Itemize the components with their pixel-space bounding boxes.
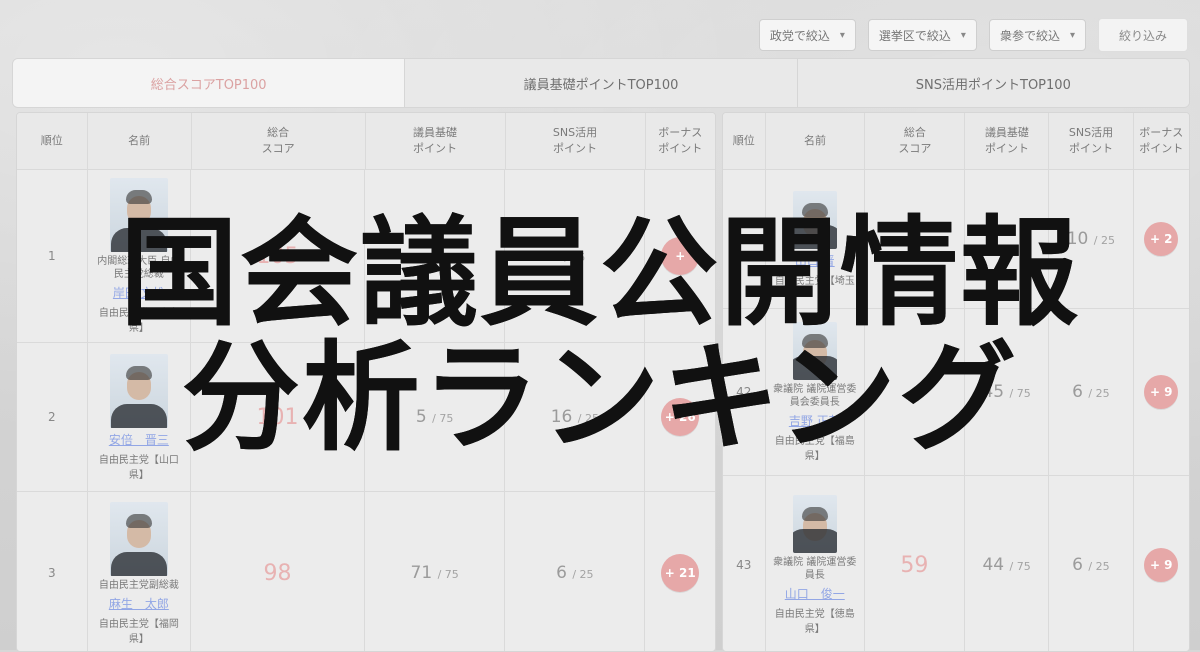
sns-points-cell: 6 / 25 <box>505 492 646 651</box>
base-points-cell: 71 / 75 <box>365 492 506 651</box>
sns-points: 6 / 25 <box>556 563 593 583</box>
header-total-score: 総合 スコア <box>865 113 966 169</box>
base-points: 71 / 75 <box>411 563 459 583</box>
header-rank: 順位 <box>17 113 88 169</box>
header-bonus-points: ボーナス ポイント <box>658 126 703 155</box>
base-points-max: / 75 <box>1009 560 1031 573</box>
sns-points-value: 6 <box>1072 555 1083 575</box>
table-header: 順位 名前 総合 スコア 議員基礎 ポイント SNS活用 ポイント ボーナス ポ… <box>723 113 1189 170</box>
overlay-title-line-2: 分析ランキング <box>181 328 1019 467</box>
tab-total-score[interactable]: 総合スコアTOP100 <box>13 59 406 107</box>
bonus-points-cell: + 21 <box>645 492 715 651</box>
sns-points: 6 / 25 <box>1072 555 1109 575</box>
header-rank: 順位 <box>723 113 766 169</box>
chamber-filter-label: 衆参で絞込 <box>999 28 1060 43</box>
member-photo <box>792 495 837 553</box>
bonus-badge: + 21 <box>661 554 700 592</box>
overlay-title-line-1: 国会議員公開情報 <box>119 203 1080 342</box>
header-sns-points: SNS活用 ポイント <box>1049 113 1134 169</box>
chamber-filter-select[interactable]: 衆参で絞込 ▾ <box>988 19 1086 51</box>
sns-points-value: 6 <box>556 563 567 583</box>
member-role: 衆議院 議院運営委員長 <box>773 557 857 581</box>
header-base-points: 議員基礎 ポイント <box>366 113 506 169</box>
total-score: 59 <box>900 552 929 578</box>
member-party: 自由民主党【徳島県】 <box>774 609 855 635</box>
member-photo <box>109 501 168 576</box>
rank-cell: 43 <box>723 476 766 651</box>
base-points-value: 71 <box>410 563 433 583</box>
chevron-down-icon: ▾ <box>960 29 966 41</box>
header-name: 名前 <box>766 113 866 169</box>
base-points-value: 44 <box>982 555 1005 575</box>
party-filter-select[interactable]: 政党で絞込 ▾ <box>758 19 856 51</box>
tab-sns-points[interactable]: SNS活用ポイントTOP100 <box>797 59 1189 107</box>
header-bonus-points: ボーナス ポイント <box>1139 126 1184 155</box>
name-cell: 衆議院 議院運営委員長 山口 俊一 自由民主党【徳島県】 <box>766 476 865 651</box>
bonus-points-cell: + 9 <box>1134 476 1190 651</box>
base-points-max: / 75 <box>437 568 459 581</box>
member-role: 自由民主党副総裁 <box>98 579 179 591</box>
chevron-down-icon: ▾ <box>1069 29 1075 41</box>
sns-points-max: / 25 <box>1088 560 1110 573</box>
party-filter-label: 政党で絞込 <box>769 28 830 43</box>
chevron-down-icon: ▾ <box>839 29 845 41</box>
header-sns-points: SNS活用 ポイント <box>506 113 646 169</box>
filter-bar: 政党で絞込 ▾ 選挙区で絞込 ▾ 衆参で絞込 ▾ 絞り込み <box>758 18 1188 52</box>
member-party: 自由民主党【福岡県】 <box>98 618 179 645</box>
total-score-cell: 59 <box>865 476 965 651</box>
ranking-tabs: 総合スコアTOP100 議員基礎ポイントTOP100 SNS活用ポイントTOP1… <box>12 58 1190 108</box>
header-base-points: 議員基礎 ポイント <box>965 113 1050 169</box>
sns-points-max: / 25 <box>572 568 594 581</box>
total-score-cell: 98 <box>191 492 366 651</box>
header-name: 名前 <box>88 113 192 169</box>
app-screenshot: 政党で絞込 ▾ 選挙区で絞込 ▾ 衆参で絞込 ▾ 絞り込み 総合スコアTOP10… <box>0 0 1200 652</box>
overlay-title: 国会議員公開情報 分析ランキング <box>0 210 1200 460</box>
table-row[interactable]: 3 自由民主党副総裁 麻生 太郎 自由民主党【福岡県】 98 71 / 75 6… <box>17 492 715 651</box>
base-points: 44 / 75 <box>982 555 1030 575</box>
sns-points-cell: 6 / 25 <box>1049 476 1134 651</box>
base-points-cell: 44 / 75 <box>965 476 1050 651</box>
table-row[interactable]: 43 衆議院 議院運営委員長 山口 俊一 自由民主党【徳島県】 59 44 / … <box>723 476 1190 651</box>
tab-base-points[interactable]: 議員基礎ポイントTOP100 <box>405 59 798 107</box>
apply-filter-button[interactable]: 絞り込み <box>1098 18 1188 52</box>
district-filter-label: 選挙区で絞込 <box>878 28 951 43</box>
member-name-link[interactable]: 山口 俊一 <box>785 585 845 602</box>
total-score: 98 <box>263 560 292 586</box>
member-name-link[interactable]: 麻生 太郎 <box>109 595 169 612</box>
header-total-score: 総合 スコア <box>192 113 366 169</box>
district-filter-select[interactable]: 選挙区で絞込 ▾ <box>867 19 977 51</box>
table-header: 順位 名前 総合 スコア 議員基礎 ポイント SNS活用 ポイント ボーナス ポ… <box>17 113 715 170</box>
name-cell: 自由民主党副総裁 麻生 太郎 自由民主党【福岡県】 <box>88 492 192 651</box>
bonus-badge: + 9 <box>1144 548 1179 582</box>
rank-cell: 3 <box>17 492 88 651</box>
